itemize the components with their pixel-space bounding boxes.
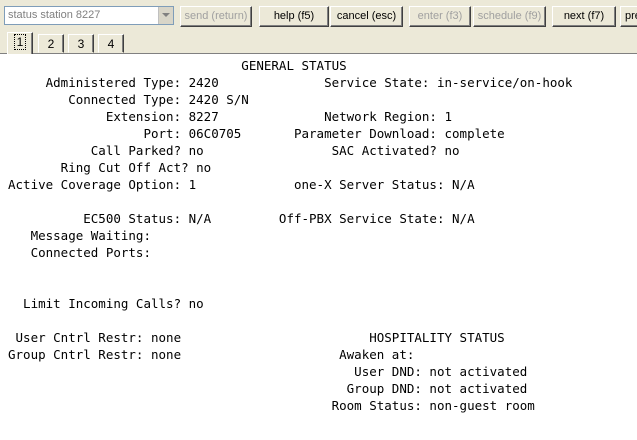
next-button[interactable]: next (f7) (552, 6, 616, 27)
help-button[interactable]: help (f5) (259, 6, 329, 27)
screen-line: User Cntrl Restr: none HOSPITALITY STATU… (8, 330, 505, 345)
screen-line: GENERAL STATUS (8, 58, 347, 73)
chevron-down-icon (162, 13, 170, 17)
page-tabs: 1 2 3 4 (0, 31, 637, 54)
command-input-value: status station 8227 (8, 9, 101, 21)
terminal-screen: GENERAL STATUS Administered Type: 2420 S… (0, 53, 637, 440)
screen-line: Group Cntrl Restr: none Awaken at: (8, 347, 415, 362)
tab-label: 2 (47, 37, 55, 51)
screen-line: EC500 Status: N/A Off-PBX Service State:… (8, 211, 475, 226)
screen-line: Active Coverage Option: 1 one-X Server S… (8, 177, 475, 192)
screen-line: Message Waiting: (8, 228, 151, 243)
toolbar: status station 8227 send (return) help (… (0, 0, 637, 30)
command-dropdown-button[interactable] (158, 7, 173, 24)
prev-button[interactable]: prev (620, 6, 637, 27)
screen-line: Call Parked? no SAC Activated? no (8, 143, 460, 158)
send-button[interactable]: send (return) (180, 6, 252, 27)
screen-line: Group DND: not activated (8, 381, 528, 396)
screen-line: Administered Type: 2420 Service State: i… (8, 75, 573, 90)
tab-page-2[interactable]: 2 (38, 34, 64, 53)
screen-line: Limit Incoming Calls? no (8, 296, 204, 311)
cancel-button[interactable]: cancel (esc) (330, 6, 403, 27)
tab-label: 4 (107, 37, 115, 51)
screen-line: Ring Cut Off Act? no (8, 160, 212, 175)
tab-page-3[interactable]: 3 (68, 34, 94, 53)
screen-line: Extension: 8227 Network Region: 1 (8, 109, 453, 124)
tab-label: 3 (77, 37, 85, 51)
command-input[interactable]: status station 8227 (4, 6, 174, 25)
screen-line: Connected Type: 2420 S/N (8, 92, 249, 107)
screen-line: User DND: not activated (8, 364, 528, 379)
enter-button[interactable]: enter (f3) (409, 6, 471, 27)
tab-page-4[interactable]: 4 (98, 34, 124, 53)
tab-page-1[interactable]: 1 (7, 32, 33, 54)
tab-label: 1 (13, 34, 27, 50)
screen-line: Room Status: non-guest room (8, 398, 535, 413)
screen-line: Connected Ports: (8, 245, 151, 260)
screen-line: Port: 06C0705 Parameter Download: comple… (8, 126, 505, 141)
schedule-button[interactable]: schedule (f9) (473, 6, 546, 27)
